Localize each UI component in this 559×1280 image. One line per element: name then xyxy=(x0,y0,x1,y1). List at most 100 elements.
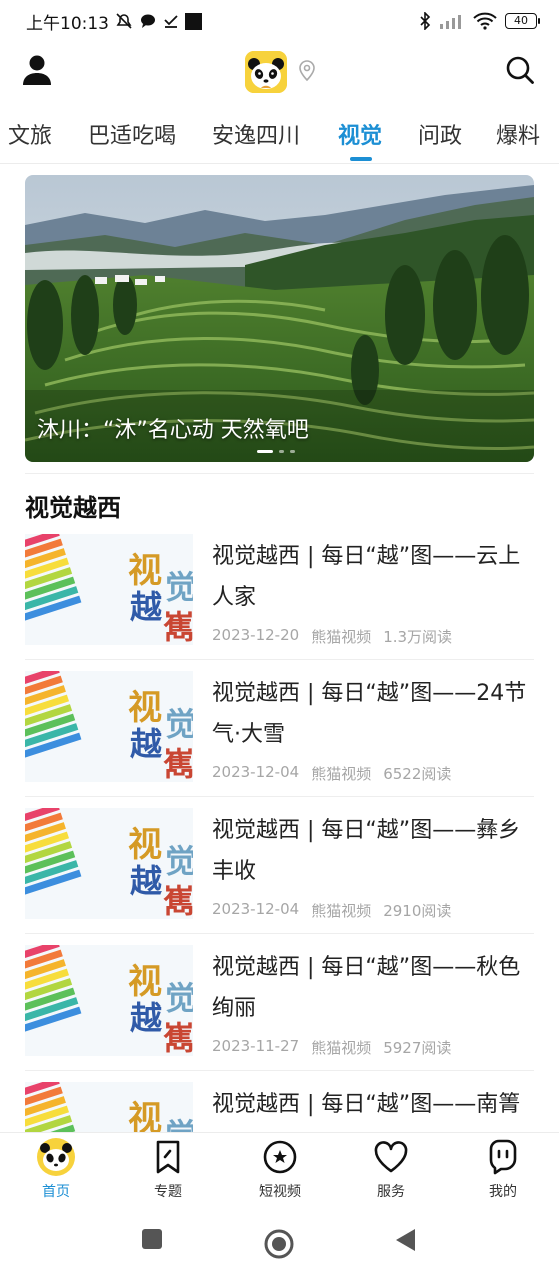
thumb-char: 觉 xyxy=(165,705,193,743)
thumb-char: 视 xyxy=(128,962,162,1002)
section-title: 视觉越西 xyxy=(25,494,121,522)
bottom-navigation: 首页 专题 短视频 服务 我的 xyxy=(0,1132,559,1210)
article-title[interactable]: 视觉越西 | 每日“越”图——南箐村航空之游 xyxy=(212,1084,528,1132)
location-pin-icon[interactable] xyxy=(298,60,316,82)
app-bar xyxy=(0,42,559,100)
article-date: 2023-12-20 xyxy=(212,626,300,644)
article-thumbnail: 视 越 觉 嶲 xyxy=(25,945,193,1056)
thumb-char: 觉 xyxy=(165,842,193,880)
thumb-char: 嶲 xyxy=(163,882,193,919)
list-item[interactable]: 视 越 觉 嶲 视觉越西 | 每日“越”图——秋色绚丽 2023-11-27 熊… xyxy=(0,943,559,1081)
article-source: 熊猫视频 xyxy=(311,765,372,783)
article-reads: 5927阅读 xyxy=(383,1039,452,1057)
tab-anyi-sichuan[interactable]: 安逸四川 xyxy=(212,118,300,150)
article-date: 2023-12-04 xyxy=(212,763,300,781)
panda-home-icon xyxy=(37,1138,75,1176)
tab-wenzheng[interactable]: 问政 xyxy=(418,118,462,150)
article-source: 熊猫视频 xyxy=(311,1039,372,1057)
carousel-dot xyxy=(279,450,284,453)
profile-face-icon xyxy=(489,1139,517,1175)
thumb-char: 视 xyxy=(128,825,162,865)
nav-home[interactable]: 首页 xyxy=(16,1137,96,1201)
list-item[interactable]: 视 越 觉 嶲 视觉越西 | 每日“越”图——云上人家 2023-12-20 熊… xyxy=(0,532,559,670)
nav-topics[interactable]: 专题 xyxy=(128,1137,208,1201)
nav-service[interactable]: 服务 xyxy=(351,1137,431,1201)
carousel-dot xyxy=(290,450,295,453)
thumb-char: 越 xyxy=(130,999,163,1037)
article-title[interactable]: 视觉越西 | 每日“越”图——24节气·大雪 xyxy=(212,673,528,755)
video-play-icon xyxy=(263,1140,297,1174)
divider xyxy=(25,796,534,797)
status-time: 上午10:13 xyxy=(26,13,109,34)
article-thumbnail: 视 越 觉 嶲 xyxy=(25,808,193,919)
article-thumbnail: 视 越 觉 嶲 xyxy=(25,671,193,782)
thumb-char: 嶲 xyxy=(163,608,193,645)
divider xyxy=(25,659,534,660)
notification-square-icon xyxy=(185,12,202,30)
article-source: 熊猫视频 xyxy=(311,902,372,920)
tab-shijue[interactable]: 视觉 xyxy=(338,118,382,150)
bluetooth-icon xyxy=(420,12,431,30)
download-done-icon xyxy=(164,15,178,28)
nav-short-video[interactable]: 短视频 xyxy=(240,1137,320,1201)
thumb-char: 越 xyxy=(130,725,163,763)
signal-icon xyxy=(440,15,461,29)
back-button-icon[interactable] xyxy=(394,1228,416,1252)
wifi-icon xyxy=(473,12,497,30)
carousel-dots xyxy=(257,450,295,453)
nav-label: 短视频 xyxy=(259,1184,301,1200)
article-meta: 2023-12-04 熊猫视频 2910阅读 xyxy=(212,900,451,921)
thumb-char: 觉 xyxy=(165,979,193,1017)
nav-label: 我的 xyxy=(489,1184,517,1200)
article-reads: 2910阅读 xyxy=(383,902,452,920)
nav-label: 首页 xyxy=(42,1184,70,1200)
user-icon[interactable] xyxy=(20,53,54,87)
status-bar: 上午10:13 40 xyxy=(0,0,559,42)
tab-wenlv[interactable]: 文旅 xyxy=(8,118,52,150)
search-icon[interactable] xyxy=(505,55,535,85)
nav-label: 专题 xyxy=(154,1184,182,1200)
article-reads: 1.3万阅读 xyxy=(383,628,453,646)
thumb-char: 视 xyxy=(128,1099,162,1132)
divider xyxy=(25,473,534,474)
recent-apps-icon[interactable] xyxy=(141,1228,163,1250)
article-date: 2023-11-27 xyxy=(212,1037,300,1055)
article-thumbnail: 视 越 觉 嶲 xyxy=(25,534,193,645)
thumb-char: 越 xyxy=(130,588,163,626)
chat-bubble-icon xyxy=(141,14,155,28)
bookmark-icon xyxy=(156,1140,180,1174)
list-item[interactable]: 视 越 觉 嶲 视觉越西 | 每日“越”图——彝乡丰收 2023-12-04 熊… xyxy=(0,806,559,944)
nav-label: 服务 xyxy=(377,1184,405,1200)
article-meta: 2023-12-04 熊猫视频 6522阅读 xyxy=(212,763,451,784)
banner-carousel[interactable]: 沐川：“沐”名心动 天然氧吧 xyxy=(25,175,534,462)
thumb-char: 嶲 xyxy=(163,745,193,782)
tab-bashi-chihe[interactable]: 巴适吃喝 xyxy=(88,118,176,150)
channel-tabs: 文旅 巴适吃喝 安逸四川 视觉 问政 爆料 xyxy=(0,104,559,164)
thumb-char: 越 xyxy=(130,862,163,900)
home-button-icon[interactable] xyxy=(263,1228,295,1260)
carousel-dot xyxy=(257,450,273,453)
divider xyxy=(25,1070,534,1071)
divider xyxy=(25,933,534,934)
article-thumbnail: 视 越 觉 嶲 xyxy=(25,1082,193,1132)
article-title[interactable]: 视觉越西 | 每日“越”图——秋色绚丽 xyxy=(212,947,528,1029)
article-title[interactable]: 视觉越西 | 每日“越”图——云上人家 xyxy=(212,536,528,618)
article-title[interactable]: 视觉越西 | 每日“越”图——彝乡丰收 xyxy=(212,810,528,892)
article-meta: 2023-11-27 熊猫视频 5927阅读 xyxy=(212,1037,451,1058)
banner-caption: 沐川：“沐”名心动 天然氧吧 xyxy=(37,418,309,443)
tab-baoliao[interactable]: 爆料 xyxy=(496,118,540,150)
list-item[interactable]: 视 越 觉 嶲 视觉越西 | 每日“越”图——南箐村航空之游 xyxy=(0,1080,559,1132)
thumb-char: 嶲 xyxy=(163,1019,193,1056)
system-navigation-bar xyxy=(0,1210,559,1280)
active-tab-indicator xyxy=(350,157,372,161)
thumb-char: 视 xyxy=(128,551,162,591)
nav-mine[interactable]: 我的 xyxy=(463,1137,543,1201)
thumb-char: 视 xyxy=(128,688,162,728)
thumb-char: 觉 xyxy=(165,1116,193,1132)
list-item[interactable]: 视 越 觉 嶲 视觉越西 | 每日“越”图——24节气·大雪 2023-12-0… xyxy=(0,669,559,807)
panda-logo-icon[interactable] xyxy=(245,51,287,93)
article-source: 熊猫视频 xyxy=(311,628,372,646)
thumb-char: 觉 xyxy=(165,568,193,606)
article-meta: 2023-12-20 熊猫视频 1.3万阅读 xyxy=(212,626,452,647)
article-list: 视 越 觉 嶲 视觉越西 | 每日“越”图——云上人家 2023-12-20 熊… xyxy=(0,532,559,1132)
